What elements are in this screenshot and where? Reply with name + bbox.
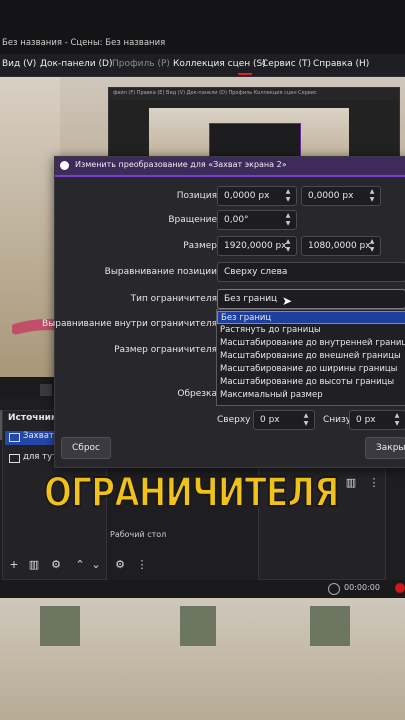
overlay-caption: ОГРАНИЧИТЕЛЯ [43,469,340,517]
rotation-label: Вращение [168,215,217,225]
bounds-size-label: Размер ограничителя [114,345,217,355]
size-height-field[interactable]: 1080,0000 px ▲ ▼ [301,236,381,256]
add-icon[interactable]: + [6,558,22,572]
menu-profile[interactable]: Профиль (P) [112,59,170,69]
menu-bar: Вид (V) Док-панели (D) Профиль (P) Колле… [0,54,405,77]
monitor-icon [9,433,20,442]
background-video-scene [0,598,405,720]
monitor-icon [9,454,20,463]
menu-docks[interactable]: Док-панели (D) [40,59,112,69]
live-dot-icon [395,583,405,593]
source-item-label: Захват [23,431,54,441]
position-y-value: 0,0000 px [308,191,354,201]
dock-edge [0,410,2,440]
character-leg-center [180,606,216,646]
chevron-down-icon[interactable]: ⌄ [88,558,104,572]
position-y-field[interactable]: 0,0000 px ▲ ▼ [301,186,381,206]
dock-tab[interactable] [40,384,52,396]
bounds-align-label: Выравнивание внутри ограничителя [42,319,217,329]
more-icon[interactable]: ⋮ [134,558,150,572]
alignment-label: Выравнивание позиции [104,267,217,277]
menu-tools[interactable]: Сервис (T) [262,59,311,69]
dropdown-option[interactable]: Масштабирование до ширины границы [217,363,405,376]
spinner-icon[interactable]: ▲ ▼ [366,238,378,254]
size-width-field[interactable]: 1920,0000 px ▲ ▼ [217,236,297,256]
character-leg-left [40,606,80,646]
dropdown-option[interactable]: Масштабирование до высоты границы [217,376,405,389]
crop-bottom-value: 0 px [356,415,376,425]
rotation-value: 0,00° [224,215,249,225]
spinner-icon[interactable]: ▲ ▼ [282,238,294,254]
crop-bottom-label: Снизу [323,415,352,425]
more-icon[interactable]: ⋮ [366,476,382,490]
dialog-title-bar: Изменить преобразование для «Захват экра… [55,157,405,177]
mouse-cursor-icon: ➤ [282,294,293,308]
dropdown-option[interactable]: Масштабирование до внешней границы [217,350,405,363]
bounds-type-value: Без границ [224,294,278,304]
menu-view[interactable]: Вид (V) [2,59,36,69]
position-x-value: 0,0000 px [224,191,270,201]
window-title: Без названия - Сцены: Без названия [2,38,166,48]
dropdown-option[interactable]: Без границ [217,311,405,324]
spinner-icon[interactable]: ▲ ▼ [366,188,378,204]
position-x-field[interactable]: 0,0000 px ▲ ▼ [217,186,297,206]
status-bar: 00:00:00 [0,580,405,598]
dropdown-option[interactable]: Масштабирование до внутренней границы [217,337,405,350]
nested-menu-bar: файл (F) Правка (E) Вид (V) Док-панели (… [109,88,399,100]
status-time: 00:00:00 [344,583,380,592]
alignment-value: Сверху слева [224,267,288,277]
size-label: Размер [183,241,217,251]
filters-icon[interactable]: ⚙ [112,558,128,572]
menu-scene-collection[interactable]: Коллекция сцен (S) [173,59,266,69]
chevron-up-icon[interactable]: ⌃ [72,558,88,572]
size-height-value: 1080,0000 px [308,241,371,251]
gear-icon[interactable]: ⚙ [48,558,64,572]
dropdown-option[interactable]: Максимальный размер [217,389,405,402]
crop-top-label: Сверху [217,415,251,425]
alignment-select[interactable]: Сверху слева [217,262,405,282]
size-width-value: 1920,0000 px [224,241,287,251]
crop-top-field[interactable]: 0 px ▲ ▼ [253,410,315,430]
bounds-type-label: Тип ограничителя [130,294,217,304]
rotation-field[interactable]: 0,00° ▲ ▼ [217,210,297,230]
menu-highlight-line [238,73,252,75]
position-label: Позиция [176,191,217,201]
close-button[interactable]: Закрыть [365,437,405,459]
bounds-type-select[interactable]: Без границ ➤ [217,289,405,309]
bounds-type-dropdown: Без границ Растянуть до границы Масштаби… [216,309,405,406]
spinner-icon[interactable]: ▲ ▼ [300,412,312,428]
dialog-title: Изменить преобразование для «Захват экра… [75,160,287,169]
reset-button[interactable]: Сброс [61,437,112,459]
dropdown-option[interactable]: Растянуть до границы [217,324,405,337]
menu-help[interactable]: Справка (H) [313,59,369,69]
record-indicator-icon [328,583,340,595]
crop-bottom-field[interactable]: 0 px ▲ ▼ [349,410,405,430]
spinner-icon[interactable]: ▲ ▼ [282,212,294,228]
crop-top-value: 0 px [260,415,280,425]
trash-icon[interactable]: ▥ [26,558,42,572]
character-leg-right [310,606,350,646]
window-title-bar: Без названия - Сцены: Без названия [0,0,405,54]
trash-icon[interactable]: ▥ [343,476,359,490]
obs-logo-icon [60,161,69,170]
spinner-icon[interactable]: ▲ ▼ [282,188,294,204]
crop-label: Обрезка [177,389,217,399]
spinner-icon[interactable]: ▲ ▼ [391,412,403,428]
